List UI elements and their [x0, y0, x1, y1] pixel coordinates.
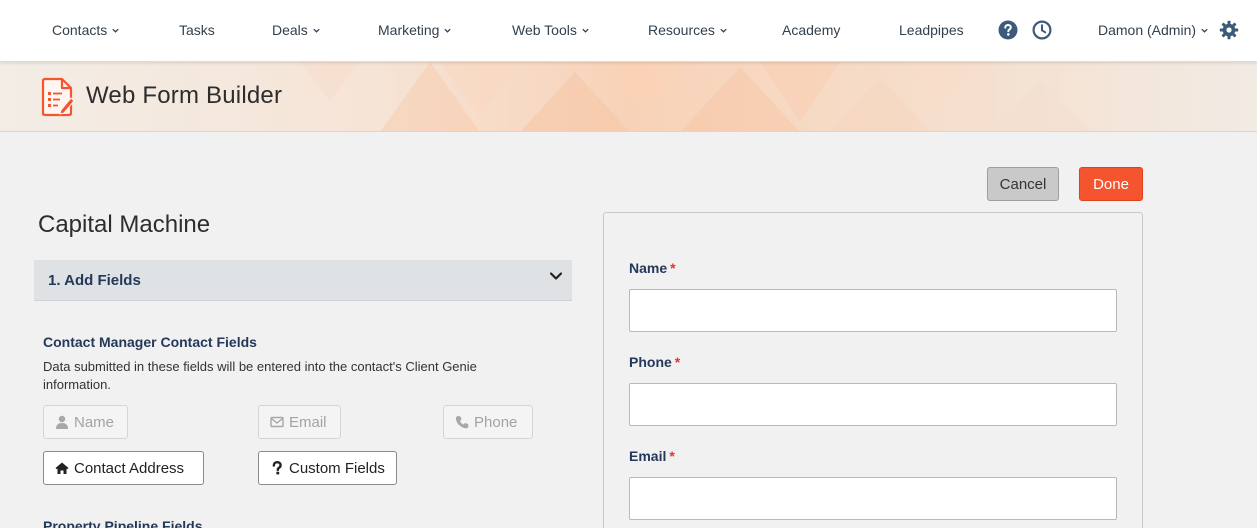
- add-phone-field-label: Phone: [474, 413, 518, 431]
- nav-resources-label: Resources: [648, 22, 715, 38]
- add-contact-address-button[interactable]: Contact Address: [43, 451, 204, 485]
- envelope-icon: [270, 416, 284, 428]
- nav-web-tools[interactable]: Web Tools: [512, 22, 590, 38]
- done-button[interactable]: Done: [1079, 167, 1143, 201]
- add-fields-section-label: 1. Add Fields: [48, 272, 141, 289]
- form-name-heading: Capital Machine: [38, 211, 211, 238]
- top-nav: Contacts Tasks Deals Marketing Web Tools…: [0, 0, 1257, 62]
- required-marker: *: [670, 260, 676, 276]
- preview-name-input[interactable]: [629, 289, 1117, 332]
- add-custom-fields-label: Custom Fields: [289, 459, 385, 477]
- preview-phone-input[interactable]: [629, 383, 1117, 426]
- preview-name-label: Name *: [629, 260, 676, 276]
- preview-phone-label-text: Phone: [629, 354, 672, 370]
- required-marker: *: [669, 448, 675, 464]
- user-menu-label: Damon (Admin): [1098, 22, 1197, 38]
- nav-marketing-label: Marketing: [378, 22, 440, 38]
- gear-icon[interactable]: [1219, 20, 1239, 40]
- clock-icon[interactable]: [1032, 20, 1052, 40]
- user-menu[interactable]: Damon (Admin): [1098, 22, 1209, 38]
- add-name-field-label: Name: [74, 413, 115, 431]
- preview-email-label: Email *: [629, 448, 675, 464]
- nav-marketing[interactable]: Marketing: [378, 22, 452, 38]
- chevron-down-icon: [444, 28, 452, 33]
- preview-name-label-text: Name: [629, 260, 668, 276]
- preview-email-label-text: Email: [629, 448, 667, 464]
- add-name-field-button[interactable]: Name: [43, 405, 128, 439]
- nav-deals[interactable]: Deals: [272, 22, 321, 38]
- chevron-down-icon: [1201, 28, 1208, 33]
- property-pipeline-group-title: Property Pipeline Fields: [43, 518, 203, 528]
- chevron-down-icon: [549, 272, 563, 280]
- question-icon: [272, 461, 282, 475]
- preview-email-input[interactable]: [629, 477, 1117, 520]
- nav-deals-label: Deals: [272, 22, 308, 38]
- contact-fields-group-title: Contact Manager Contact Fields: [43, 334, 257, 350]
- add-email-field-label: Email: [289, 413, 327, 431]
- add-phone-field-button[interactable]: Phone: [443, 405, 533, 439]
- user-icon: [56, 415, 68, 429]
- nav-resources[interactable]: Resources: [648, 22, 728, 38]
- nav-leadpipes[interactable]: Leadpipes: [899, 22, 964, 38]
- chevron-down-icon: [313, 28, 320, 33]
- cancel-button[interactable]: Cancel: [987, 167, 1059, 201]
- nav-contacts-label: Contacts: [52, 22, 108, 38]
- nav-web-tools-label: Web Tools: [512, 22, 577, 38]
- chevron-down-icon: [720, 28, 727, 33]
- phone-icon: [455, 416, 469, 429]
- add-email-field-button[interactable]: Email: [258, 405, 341, 439]
- add-fields-section-toggle[interactable]: 1. Add Fields: [34, 260, 572, 301]
- nav-tasks-label: Tasks: [179, 22, 215, 38]
- add-contact-address-label: Contact Address: [74, 459, 185, 477]
- page-title: Web Form Builder: [86, 82, 283, 109]
- required-marker: *: [674, 354, 681, 370]
- preview-phone-label: Phone *: [629, 354, 680, 370]
- nav-tasks[interactable]: Tasks: [179, 22, 215, 38]
- nav-contacts[interactable]: Contacts: [52, 22, 120, 38]
- chevron-down-icon: [582, 28, 589, 33]
- nav-academy-label: Academy: [782, 22, 841, 38]
- form-document-icon: [41, 77, 75, 117]
- add-custom-fields-button[interactable]: Custom Fields: [258, 451, 397, 485]
- page-header-banner: Web Form Builder: [0, 62, 1257, 132]
- contact-fields-group-description: Data submitted in these fields will be e…: [43, 359, 477, 392]
- nav-leadpipes-label: Leadpipes: [899, 22, 964, 38]
- help-circle-icon[interactable]: [998, 20, 1018, 40]
- chevron-down-icon: [112, 28, 119, 33]
- home-icon: [55, 462, 69, 474]
- nav-academy[interactable]: Academy: [782, 22, 840, 38]
